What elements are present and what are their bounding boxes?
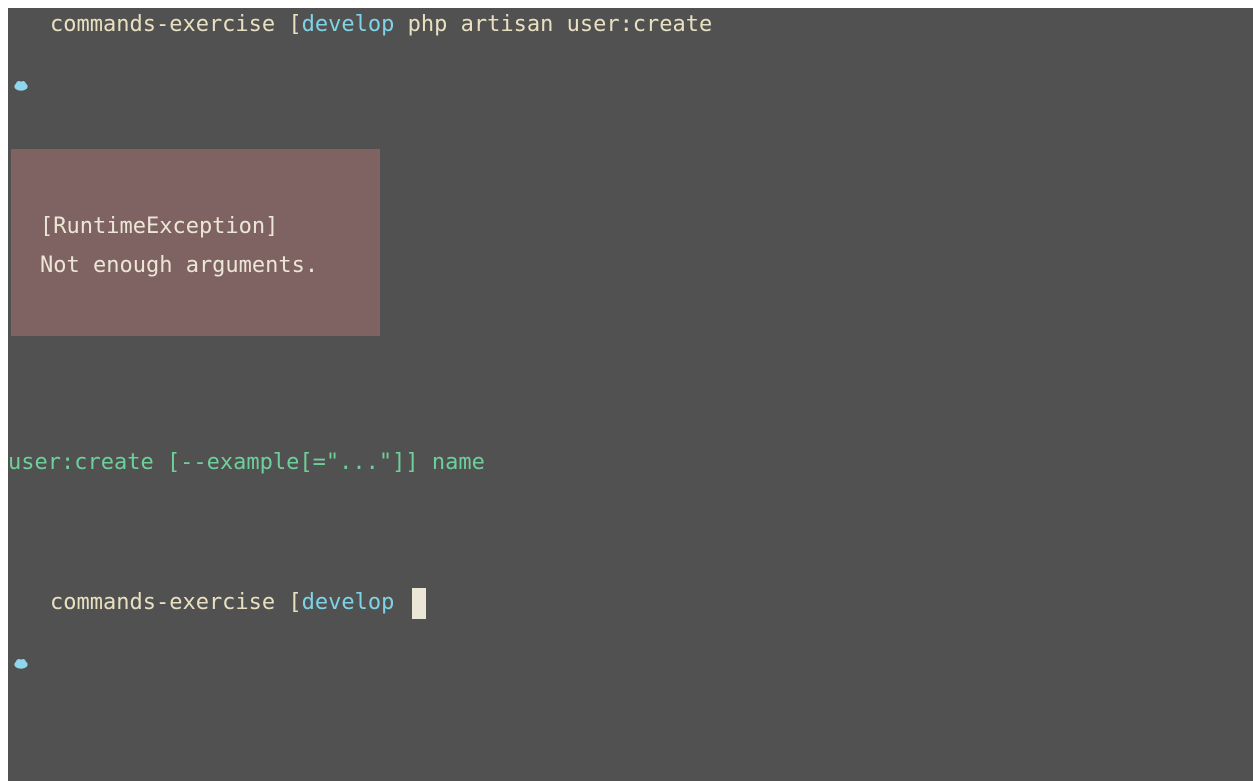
- error-type: [RuntimeException]: [40, 214, 279, 239]
- terminal-window[interactable]: commands-exercise [develop php artisan u…: [8, 8, 1253, 781]
- command-line-1: commands-exercise [develop php artisan u…: [8, 10, 713, 91]
- error-message: Not enough arguments.: [40, 253, 319, 278]
- prompt-branch: develop: [301, 590, 395, 615]
- command-line-2: commands-exercise [develop: [8, 587, 427, 669]
- usage-line: user:create [--example[="..."]] name: [8, 450, 485, 475]
- text-cursor[interactable]: [412, 587, 427, 619]
- prompt-bracket: [: [288, 12, 302, 37]
- prompt-directory: commands-exercise: [50, 590, 276, 615]
- cloud-icon: [14, 20, 28, 91]
- prompt-directory: commands-exercise: [50, 12, 276, 37]
- prompt-bracket: [: [288, 590, 302, 615]
- command-text: php artisan user:create: [407, 12, 713, 37]
- prompt-branch: develop: [301, 12, 395, 37]
- error-block: [RuntimeException] Not enough arguments.: [11, 149, 380, 336]
- cloud-icon: [14, 598, 28, 669]
